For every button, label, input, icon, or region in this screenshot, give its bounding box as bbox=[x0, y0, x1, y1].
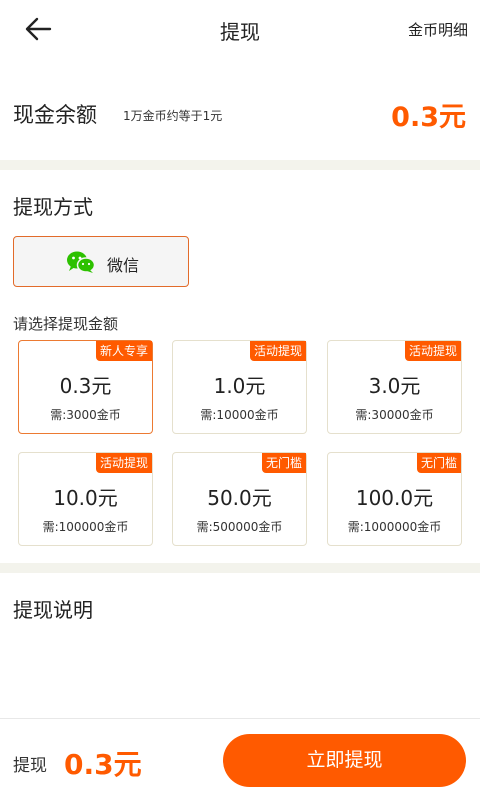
card-coin-requirement: 需:10000金币 bbox=[200, 408, 279, 422]
amount-card[interactable]: 无门槛 100.0元 需:1000000金币 bbox=[327, 452, 462, 546]
amount-hint: 请选择提现金额 bbox=[13, 315, 119, 333]
amount-card[interactable]: 活动提现 3.0元 需:30000金币 bbox=[327, 340, 462, 434]
bottom-bar: 提现 0.3元 立即提现 bbox=[0, 718, 480, 801]
card-amount: 0.3元 bbox=[59, 374, 112, 398]
amount-card[interactable]: 活动提现 1.0元 需:10000金币 bbox=[172, 340, 307, 434]
balance-row: 现金余额 1万金币约等于1元 0.3元 bbox=[0, 85, 480, 145]
card-coin-requirement: 需:3000金币 bbox=[50, 408, 121, 422]
coin-detail-link[interactable]: 金币明细 bbox=[408, 19, 468, 40]
card-tag: 新人专享 bbox=[95, 341, 152, 361]
amount-card[interactable]: 无门槛 50.0元 需:500000金币 bbox=[172, 452, 307, 546]
card-amount: 10.0元 bbox=[53, 486, 118, 510]
card-tag: 无门槛 bbox=[261, 453, 306, 473]
wechat-icon bbox=[67, 251, 96, 273]
card-tag: 无门槛 bbox=[416, 453, 461, 473]
section-divider bbox=[0, 563, 480, 573]
card-coin-requirement: 需:500000金币 bbox=[196, 520, 283, 534]
card-tag: 活动提现 bbox=[404, 341, 461, 361]
balance-label: 现金余额 bbox=[13, 103, 97, 127]
amount-card[interactable]: 新人专享 0.3元 需:3000金币 bbox=[18, 340, 153, 434]
bottom-withdraw-label: 提现 bbox=[13, 756, 47, 776]
withdraw-now-button[interactable]: 立即提现 bbox=[223, 734, 466, 787]
card-coin-requirement: 需:1000000金币 bbox=[347, 520, 442, 534]
wechat-method-button[interactable]: 微信 bbox=[13, 236, 189, 287]
method-title: 提现方式 bbox=[13, 195, 93, 219]
exchange-rate-note: 1万金币约等于1元 bbox=[123, 109, 223, 123]
section-divider bbox=[0, 160, 480, 170]
card-amount: 50.0元 bbox=[207, 486, 272, 510]
card-amount: 100.0元 bbox=[355, 486, 434, 510]
wechat-label: 微信 bbox=[107, 256, 140, 275]
card-amount: 3.0元 bbox=[368, 374, 421, 398]
card-tag: 活动提现 bbox=[95, 453, 152, 473]
header: 提现 金币明细 bbox=[0, 0, 480, 60]
bottom-withdraw-amount: 0.3元 bbox=[64, 748, 142, 781]
card-coin-requirement: 需:30000金币 bbox=[355, 408, 434, 422]
card-coin-requirement: 需:100000金币 bbox=[42, 520, 129, 534]
amount-card[interactable]: 活动提现 10.0元 需:100000金币 bbox=[18, 452, 153, 546]
explain-title: 提现说明 bbox=[13, 598, 93, 622]
card-amount: 1.0元 bbox=[213, 374, 266, 398]
balance-value: 0.3元 bbox=[391, 102, 466, 133]
card-tag: 活动提现 bbox=[249, 341, 306, 361]
